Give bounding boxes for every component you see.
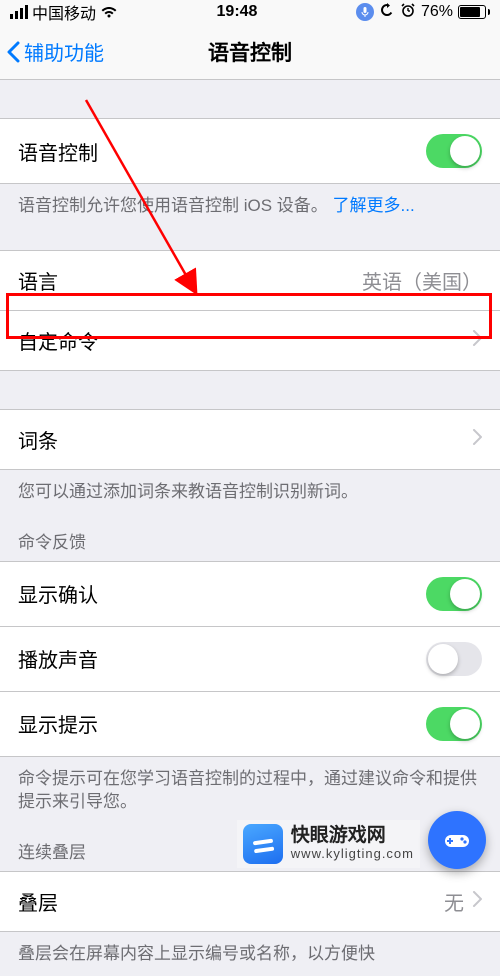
custom-commands-label: 自定命令 (18, 326, 98, 355)
custom-commands-row[interactable]: 自定命令 (0, 311, 500, 371)
show-hints-switch[interactable] (426, 707, 482, 741)
assistive-touch-button[interactable] (428, 811, 486, 869)
nav-bar: 辅助功能 语音控制 (0, 24, 500, 80)
clock-label: 19:48 (217, 3, 258, 21)
language-row[interactable]: 语言 英语（美国） (0, 250, 500, 311)
play-sound-label: 播放声音 (18, 644, 98, 673)
overlay-value: 无 (444, 887, 464, 916)
overlay-row[interactable]: 叠层 无 (0, 871, 500, 932)
voice-control-footer: 语音控制允许您使用语音控制 iOS 设备。 了解更多... (0, 184, 500, 228)
chevron-right-icon (472, 329, 482, 352)
watermark: 快眼游戏网 www.kyligting.com (237, 820, 420, 868)
alarm-icon (400, 2, 416, 23)
vocabulary-label: 词条 (18, 425, 58, 454)
show-confirmation-row: 显示确认 (0, 561, 500, 627)
show-confirmation-label: 显示确认 (18, 579, 98, 608)
voice-control-row: 语音控制 (0, 118, 500, 184)
language-value: 英语（美国） (362, 266, 482, 295)
voice-control-indicator-icon (356, 3, 374, 21)
status-bar: 中国移动 19:48 76% (0, 0, 500, 24)
wifi-icon (100, 5, 118, 19)
chevron-left-icon (6, 41, 20, 63)
carrier-label: 中国移动 (32, 0, 96, 24)
watermark-icon (243, 824, 283, 864)
signal-icon (10, 5, 28, 19)
battery-icon (458, 5, 490, 19)
chevron-right-icon (472, 890, 482, 913)
play-sound-switch[interactable] (426, 642, 482, 676)
show-hints-row: 显示提示 (0, 692, 500, 757)
watermark-url: www.kyligting.com (291, 847, 414, 861)
show-hints-footer: 命令提示可在您学习语音控制的过程中，通过建议命令和提供提示来引导您。 (0, 757, 500, 825)
back-label: 辅助功能 (24, 37, 104, 66)
show-hints-label: 显示提示 (18, 709, 98, 738)
overlay-label: 叠层 (18, 887, 58, 916)
vocabulary-row[interactable]: 词条 (0, 409, 500, 470)
gamepad-icon (442, 825, 472, 855)
voice-control-switch[interactable] (426, 134, 482, 168)
chevron-right-icon (472, 428, 482, 451)
back-button[interactable]: 辅助功能 (0, 37, 104, 66)
play-sound-row: 播放声音 (0, 627, 500, 692)
orientation-lock-icon (379, 2, 395, 23)
learn-more-link[interactable]: 了解更多... (333, 196, 415, 215)
feedback-header: 命令反馈 (0, 514, 500, 561)
overlay-footer: 叠层会在屏幕内容上显示编号或名称，以方便快 (0, 932, 500, 976)
voice-control-label: 语音控制 (18, 137, 98, 166)
show-confirmation-switch[interactable] (426, 577, 482, 611)
language-label: 语言 (18, 266, 58, 295)
watermark-name: 快眼游戏网 (291, 826, 414, 847)
vocabulary-footer: 您可以通过添加词条来教语音控制识别新词。 (0, 470, 500, 514)
battery-pct-label: 76% (421, 3, 453, 21)
